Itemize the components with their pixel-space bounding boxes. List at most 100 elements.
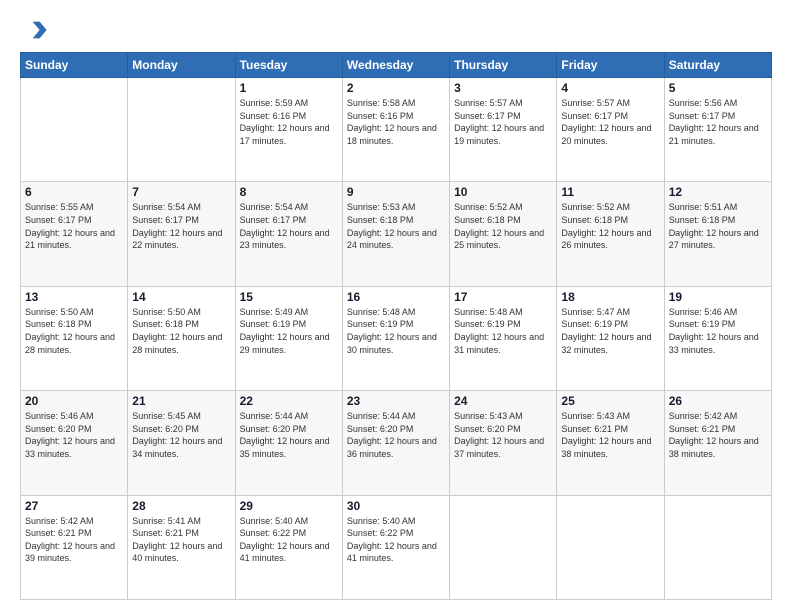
day-info: Sunrise: 5:57 AM Sunset: 6:17 PM Dayligh…	[454, 97, 552, 147]
calendar-cell: 3Sunrise: 5:57 AM Sunset: 6:17 PM Daylig…	[450, 78, 557, 182]
day-info: Sunrise: 5:54 AM Sunset: 6:17 PM Dayligh…	[240, 201, 338, 251]
day-info: Sunrise: 5:40 AM Sunset: 6:22 PM Dayligh…	[347, 515, 445, 565]
day-number: 11	[561, 185, 659, 199]
calendar-cell: 9Sunrise: 5:53 AM Sunset: 6:18 PM Daylig…	[342, 182, 449, 286]
calendar-cell: 16 Sunrise: 5:48 AM Sunset: 6:19 PM Dayli…	[342, 286, 449, 390]
day-number: 26	[669, 394, 767, 408]
day-number: 21	[132, 394, 230, 408]
calendar-cell: 22 Sunrise: 5:44 AM Sunset: 6:20 PM Dayli…	[235, 391, 342, 495]
day-number: 13	[25, 290, 123, 304]
calendar-week-row: 6 Sunrise: 5:55 AM Sunset: 6:17 PM Daylig…	[21, 182, 772, 286]
day-info: Sunrise: 5:59 AM Sunset: 6:16 PM Dayligh…	[240, 97, 338, 147]
day-info: Sunrise: 5:46 AM Sunset: 6:20 PM Dayligh…	[25, 410, 123, 460]
calendar-cell	[450, 495, 557, 599]
logo	[20, 16, 52, 44]
calendar-cell: 8 Sunrise: 5:54 AM Sunset: 6:17 PM Daylig…	[235, 182, 342, 286]
day-number: 20	[25, 394, 123, 408]
weekday-header: Wednesday	[342, 53, 449, 78]
calendar-week-row: 1 Sunrise: 5:59 AM Sunset: 6:16 PM Daylig…	[21, 78, 772, 182]
day-number: 18	[561, 290, 659, 304]
day-number: 6	[25, 185, 123, 199]
calendar-cell: 6 Sunrise: 5:55 AM Sunset: 6:17 PM Daylig…	[21, 182, 128, 286]
calendar-cell: 19 Sunrise: 5:46 AM Sunset: 6:19 PM Dayli…	[664, 286, 771, 390]
day-info: Sunrise: 5:52 AM Sunset: 6:18 PM Dayligh…	[561, 201, 659, 251]
calendar-cell	[21, 78, 128, 182]
calendar-week-row: 13 Sunrise: 5:50 AM Sunset: 6:18 PM Dayli…	[21, 286, 772, 390]
day-number: 9	[347, 185, 445, 199]
calendar-cell: 15 Sunrise: 5:49 AM Sunset: 6:19 PM Dayli…	[235, 286, 342, 390]
weekday-header: Tuesday	[235, 53, 342, 78]
logo-icon	[20, 16, 48, 44]
day-info: Sunrise: 5:55 AM Sunset: 6:17 PM Dayligh…	[25, 201, 123, 251]
day-number: 25	[561, 394, 659, 408]
day-number: 15	[240, 290, 338, 304]
calendar-cell: 10 Sunrise: 5:52 AM Sunset: 6:18 PM Dayli…	[450, 182, 557, 286]
day-info: Sunrise: 5:58 AM Sunset: 6:16 PM Dayligh…	[347, 97, 445, 147]
day-info: Sunrise: 5:42 AM Sunset: 6:21 PM Dayligh…	[669, 410, 767, 460]
weekday-header: Monday	[128, 53, 235, 78]
calendar-table: SundayMondayTuesdayWednesdayThursdayFrid…	[20, 52, 772, 600]
calendar-cell: 17Sunrise: 5:48 AM Sunset: 6:19 PM Dayli…	[450, 286, 557, 390]
weekday-header: Thursday	[450, 53, 557, 78]
calendar-cell: 14Sunrise: 5:50 AM Sunset: 6:18 PM Dayli…	[128, 286, 235, 390]
calendar-cell: 4Sunrise: 5:57 AM Sunset: 6:17 PM Daylig…	[557, 78, 664, 182]
day-number: 8	[240, 185, 338, 199]
header	[20, 16, 772, 44]
weekday-header: Saturday	[664, 53, 771, 78]
calendar-cell: 13 Sunrise: 5:50 AM Sunset: 6:18 PM Dayli…	[21, 286, 128, 390]
day-info: Sunrise: 5:57 AM Sunset: 6:17 PM Dayligh…	[561, 97, 659, 147]
calendar-cell: 29 Sunrise: 5:40 AM Sunset: 6:22 PM Dayli…	[235, 495, 342, 599]
weekday-header-row: SundayMondayTuesdayWednesdayThursdayFrid…	[21, 53, 772, 78]
day-info: Sunrise: 5:47 AM Sunset: 6:19 PM Dayligh…	[561, 306, 659, 356]
day-info: Sunrise: 5:40 AM Sunset: 6:22 PM Dayligh…	[240, 515, 338, 565]
day-info: Sunrise: 5:52 AM Sunset: 6:18 PM Dayligh…	[454, 201, 552, 251]
calendar-cell: 12Sunrise: 5:51 AM Sunset: 6:18 PM Dayli…	[664, 182, 771, 286]
day-info: Sunrise: 5:41 AM Sunset: 6:21 PM Dayligh…	[132, 515, 230, 565]
day-info: Sunrise: 5:46 AM Sunset: 6:19 PM Dayligh…	[669, 306, 767, 356]
calendar-cell	[128, 78, 235, 182]
calendar-cell: 1 Sunrise: 5:59 AM Sunset: 6:16 PM Daylig…	[235, 78, 342, 182]
day-info: Sunrise: 5:48 AM Sunset: 6:19 PM Dayligh…	[347, 306, 445, 356]
day-info: Sunrise: 5:45 AM Sunset: 6:20 PM Dayligh…	[132, 410, 230, 460]
day-number: 22	[240, 394, 338, 408]
calendar-cell: 23Sunrise: 5:44 AM Sunset: 6:20 PM Dayli…	[342, 391, 449, 495]
day-number: 2	[347, 81, 445, 95]
calendar-cell: 7Sunrise: 5:54 AM Sunset: 6:17 PM Daylig…	[128, 182, 235, 286]
calendar-cell: 28 Sunrise: 5:41 AM Sunset: 6:21 PM Dayli…	[128, 495, 235, 599]
day-number: 27	[25, 499, 123, 513]
day-info: Sunrise: 5:50 AM Sunset: 6:18 PM Dayligh…	[132, 306, 230, 356]
day-number: 23	[347, 394, 445, 408]
calendar-cell: 24Sunrise: 5:43 AM Sunset: 6:20 PM Dayli…	[450, 391, 557, 495]
calendar-cell	[664, 495, 771, 599]
calendar-cell: 26 Sunrise: 5:42 AM Sunset: 6:21 PM Dayli…	[664, 391, 771, 495]
calendar-cell: 20 Sunrise: 5:46 AM Sunset: 6:20 PM Dayli…	[21, 391, 128, 495]
day-number: 1	[240, 81, 338, 95]
day-number: 12	[669, 185, 767, 199]
day-info: Sunrise: 5:43 AM Sunset: 6:21 PM Dayligh…	[561, 410, 659, 460]
day-info: Sunrise: 5:42 AM Sunset: 6:21 PM Dayligh…	[25, 515, 123, 565]
day-number: 28	[132, 499, 230, 513]
day-number: 16	[347, 290, 445, 304]
day-info: Sunrise: 5:50 AM Sunset: 6:18 PM Dayligh…	[25, 306, 123, 356]
day-number: 29	[240, 499, 338, 513]
day-info: Sunrise: 5:43 AM Sunset: 6:20 PM Dayligh…	[454, 410, 552, 460]
weekday-header: Sunday	[21, 53, 128, 78]
page: SundayMondayTuesdayWednesdayThursdayFrid…	[0, 0, 792, 612]
calendar-cell: 2 Sunrise: 5:58 AM Sunset: 6:16 PM Daylig…	[342, 78, 449, 182]
calendar-week-row: 27 Sunrise: 5:42 AM Sunset: 6:21 PM Dayli…	[21, 495, 772, 599]
day-info: Sunrise: 5:49 AM Sunset: 6:19 PM Dayligh…	[240, 306, 338, 356]
calendar-cell: 30Sunrise: 5:40 AM Sunset: 6:22 PM Dayli…	[342, 495, 449, 599]
weekday-header: Friday	[557, 53, 664, 78]
day-info: Sunrise: 5:48 AM Sunset: 6:19 PM Dayligh…	[454, 306, 552, 356]
day-info: Sunrise: 5:44 AM Sunset: 6:20 PM Dayligh…	[240, 410, 338, 460]
day-number: 10	[454, 185, 552, 199]
calendar-week-row: 20 Sunrise: 5:46 AM Sunset: 6:20 PM Dayli…	[21, 391, 772, 495]
day-info: Sunrise: 5:56 AM Sunset: 6:17 PM Dayligh…	[669, 97, 767, 147]
calendar-cell: 21 Sunrise: 5:45 AM Sunset: 6:20 PM Dayli…	[128, 391, 235, 495]
calendar-cell	[557, 495, 664, 599]
calendar-cell: 27 Sunrise: 5:42 AM Sunset: 6:21 PM Dayli…	[21, 495, 128, 599]
day-number: 19	[669, 290, 767, 304]
calendar-cell: 5Sunrise: 5:56 AM Sunset: 6:17 PM Daylig…	[664, 78, 771, 182]
calendar-cell: 25 Sunrise: 5:43 AM Sunset: 6:21 PM Dayli…	[557, 391, 664, 495]
calendar-cell: 18 Sunrise: 5:47 AM Sunset: 6:19 PM Dayli…	[557, 286, 664, 390]
